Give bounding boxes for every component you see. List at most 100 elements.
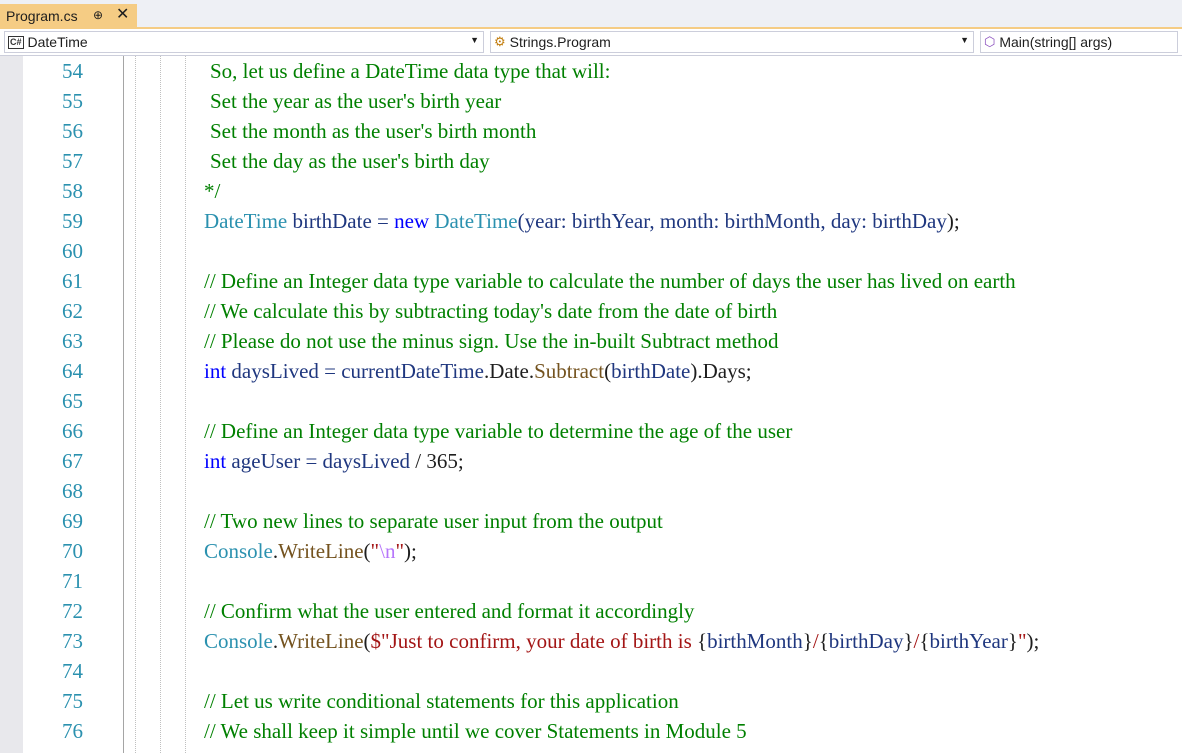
code-token-comment: // Define an Integer data type variable … (204, 269, 1016, 293)
code-line[interactable]: 71 (0, 566, 1182, 596)
code-token-ident: daysLived = currentDateTime (226, 359, 484, 383)
code-token-ident: ageUser = daysLived (226, 449, 411, 473)
code-token-plain: .Date. (483, 359, 535, 383)
tab-program-cs[interactable]: Program.cs ⊕ ✕ (0, 4, 137, 27)
code-line[interactable]: 74 (0, 656, 1182, 686)
code-text[interactable]: So, let us define a DateTime data type t… (204, 56, 610, 86)
code-token-plain: ).Days; (690, 359, 752, 383)
code-token-plain: } (1007, 629, 1018, 653)
code-text[interactable]: int ageUser = daysLived / 365; (204, 446, 464, 476)
code-token-plain: ); (404, 539, 417, 563)
code-text[interactable]: int daysLived = currentDateTime.Date.Sub… (204, 356, 752, 386)
code-token-plain: { (818, 629, 829, 653)
code-token-comment: Set the year as the user's birth year (210, 89, 502, 113)
close-icon[interactable]: ✕ (116, 6, 129, 24)
code-token-kw: int (204, 449, 227, 473)
code-token-kw: int (204, 359, 227, 383)
code-line[interactable]: 68 (0, 476, 1182, 506)
code-line[interactable]: 69 // Two new lines to separate user inpu… (0, 506, 1182, 536)
code-line[interactable]: 75 // Let us write conditional statements… (0, 686, 1182, 716)
navigation-bar: C# DateTime ▼ ⚙ Strings.Program ▼ ⬡ Main… (0, 29, 1182, 56)
code-token-comment: // We shall keep it simple until we cove… (204, 719, 747, 743)
code-token-ident: (year: (517, 209, 572, 233)
code-line[interactable]: 64 int daysLived = currentDateTime.Date.S… (0, 356, 1182, 386)
code-token-type: DateTime (204, 209, 288, 233)
code-text[interactable]: // Define an Integer data type variable … (204, 416, 792, 446)
code-text[interactable]: // Let us write conditional statements f… (204, 686, 679, 716)
code-token-comment: // Define an Integer data type variable … (204, 419, 793, 443)
code-line[interactable]: 70 Console.WriteLine("\n"); (0, 536, 1182, 566)
line-number: 54 (62, 59, 83, 83)
code-text[interactable]: // We shall keep it simple until we cove… (204, 716, 747, 746)
code-token-method: WriteLine (278, 629, 364, 653)
code-line[interactable]: 63 // Please do not use the minus sign. U… (0, 326, 1182, 356)
code-token-plain: { (697, 629, 708, 653)
code-token-string: $"Just to confirm, your date of birth is (370, 629, 697, 653)
code-token-escape: \n (379, 539, 396, 563)
code-editor[interactable]: 54 So, let us define a DateTime data type… (0, 56, 1182, 753)
line-number: 63 (62, 329, 83, 353)
code-line[interactable]: 56 Set the month as the user's birth mont… (0, 116, 1182, 146)
csharp-file-icon: C# (8, 35, 24, 49)
project-dropdown[interactable]: C# DateTime ▼ (4, 31, 484, 53)
code-line[interactable]: 62 // We calculate this by subtracting to… (0, 296, 1182, 326)
code-line[interactable]: 67 int ageUser = daysLived / 365; (0, 446, 1182, 476)
code-line[interactable]: 73 Console.WriteLine($"Just to confirm, y… (0, 626, 1182, 656)
code-text[interactable]: Console.WriteLine("\n"); (204, 536, 417, 566)
line-number: 72 (62, 599, 83, 623)
code-token-plain: { (919, 629, 930, 653)
code-token-plain: / 365; (410, 449, 464, 473)
line-number: 55 (62, 89, 83, 113)
code-line[interactable]: 57 Set the day as the user's birth day (0, 146, 1182, 176)
code-line[interactable]: 58 */ (0, 176, 1182, 206)
code-text[interactable]: // Please do not use the minus sign. Use… (204, 326, 779, 356)
code-token-method: Subtract (534, 359, 605, 383)
type-dropdown[interactable]: ⚙ Strings.Program ▼ (490, 31, 974, 53)
member-dropdown[interactable]: ⬡ Main(string[] args) (980, 31, 1178, 53)
method-icon: ⬡ (984, 34, 996, 49)
code-text[interactable]: Set the day as the user's birth day (204, 146, 490, 176)
member-dropdown-value: Main(string[] args) (999, 34, 1113, 50)
tab-label: Program.cs (6, 7, 78, 24)
chevron-down-icon[interactable]: ▼ (470, 35, 479, 45)
code-line[interactable]: 72 // Confirm what the user entered and f… (0, 596, 1182, 626)
code-text[interactable]: // Confirm what the user entered and for… (204, 596, 694, 626)
code-text[interactable]: Console.WriteLine($"Just to confirm, you… (204, 626, 1039, 656)
code-token-comment: So, let us define a DateTime data type t… (210, 59, 611, 83)
code-token-comment: // We calculate this by subtracting toda… (204, 299, 778, 323)
code-line[interactable]: 60 (0, 236, 1182, 266)
code-token-string: " (395, 539, 405, 563)
code-line[interactable]: 55 Set the year as the user's birth year (0, 86, 1182, 116)
line-number: 66 (62, 419, 83, 443)
code-token-ident: birthDay (872, 209, 947, 233)
code-text[interactable]: DateTime birthDate = new DateTime(year: … (204, 206, 960, 236)
code-token-string: " (370, 539, 380, 563)
document-tab-strip: Program.cs ⊕ ✕ (0, 0, 1182, 29)
code-line[interactable]: 61 // Define an Integer data type variabl… (0, 266, 1182, 296)
line-number: 58 (62, 179, 83, 203)
code-text[interactable]: // Define an Integer data type variable … (204, 266, 1016, 296)
code-token-plain: ); (946, 209, 960, 233)
code-token-method: WriteLine (278, 539, 364, 563)
code-line[interactable]: 66 // Define an Integer data type variabl… (0, 416, 1182, 446)
code-line[interactable]: 76 // We shall keep it simple until we co… (0, 716, 1182, 746)
code-token-comment: // Please do not use the minus sign. Use… (204, 329, 779, 353)
code-text[interactable]: Set the year as the user's birth year (204, 86, 501, 116)
code-text[interactable]: */ (204, 176, 220, 206)
code-line[interactable]: 59 DateTime birthDate = new DateTime(year… (0, 206, 1182, 236)
code-line[interactable]: 54 So, let us define a DateTime data type… (0, 56, 1182, 86)
code-line[interactable]: 65 (0, 386, 1182, 416)
line-number: 65 (62, 389, 83, 413)
code-token-kw: new (394, 209, 430, 233)
code-token-ident: , day: (820, 209, 873, 233)
line-number: 64 (62, 359, 83, 383)
code-text[interactable]: Set the month as the user's birth month (204, 116, 536, 146)
pin-icon[interactable]: ⊕ (93, 8, 103, 22)
code-text[interactable]: // Two new lines to separate user input … (204, 506, 663, 536)
line-number: 71 (62, 569, 83, 593)
code-token-ident: birthDate (611, 359, 691, 383)
code-token-comment: Set the month as the user's birth month (210, 119, 537, 143)
chevron-down-icon[interactable]: ▼ (960, 35, 969, 45)
code-token-interp: birthYear (929, 629, 1008, 653)
code-text[interactable]: // We calculate this by subtracting toda… (204, 296, 777, 326)
